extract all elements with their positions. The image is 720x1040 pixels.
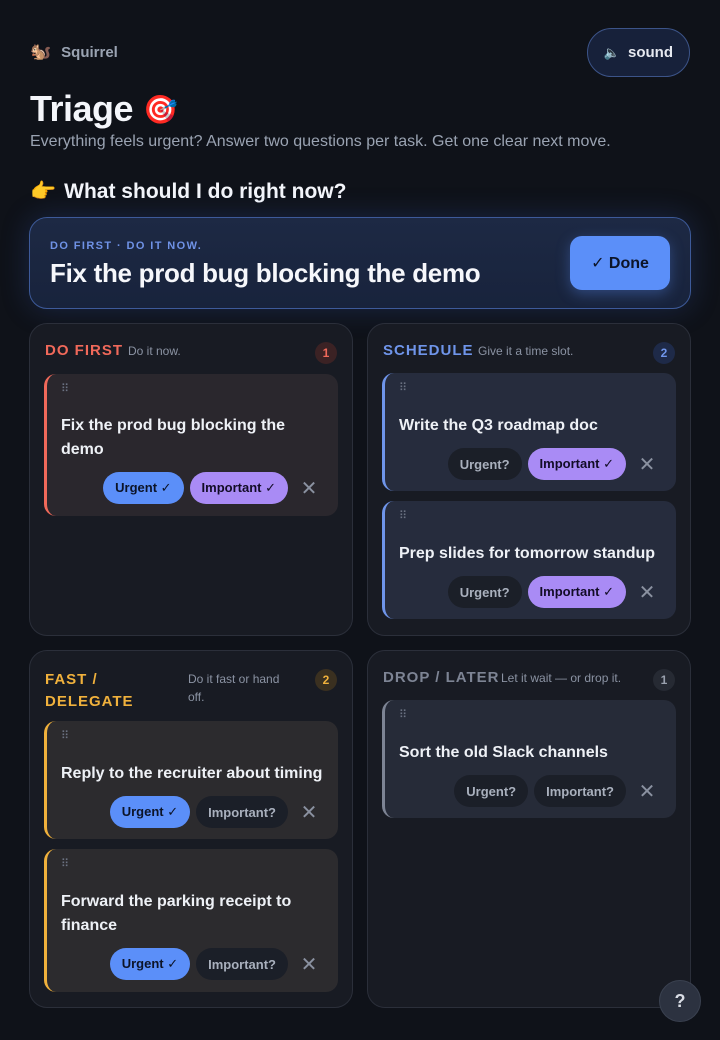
important-toggle[interactable]: Important ✓ xyxy=(527,448,626,480)
page-title-row: Triage 🎯 xyxy=(30,88,178,130)
remove-task-icon[interactable]: ✕ xyxy=(294,948,324,980)
quadrant-delegate: FAST / DELEGATE Do it fast or hand off. … xyxy=(29,650,353,1008)
quadrant-do-first: DO FIRST Do it now. 1 ⠿ Fix the prod bug… xyxy=(29,323,353,636)
task-card[interactable]: ⠿ Write the Q3 roadmap doc Urgent? Impor… xyxy=(382,373,676,491)
quadrant-count-badge: 2 xyxy=(315,669,337,691)
drag-handle-icon[interactable]: ⠿ xyxy=(61,859,69,870)
important-toggle[interactable]: Important ✓ xyxy=(189,472,288,504)
sound-toggle-button[interactable]: 🔈 sound xyxy=(586,28,690,77)
task-text: Sort the old Slack channels xyxy=(399,744,608,761)
top-bar: 🐿️ Squirrel 🔈 sound xyxy=(30,28,690,78)
quadrant-title: FAST / DELEGATE xyxy=(45,669,134,713)
remove-task-icon[interactable]: ✕ xyxy=(632,775,662,807)
task-controls: Urgent? Important ✓ ✕ xyxy=(447,576,662,608)
quadrant-header: DO FIRST Do it now. 1 xyxy=(45,342,337,364)
task-card[interactable]: ⠿ Fix the prod bug blocking the demo Urg… xyxy=(44,374,338,516)
brand: 🐿️ Squirrel xyxy=(30,42,118,62)
target-icon: 🎯 xyxy=(143,93,178,125)
drag-handle-icon[interactable]: ⠿ xyxy=(61,384,69,395)
task-text: Fix the prod bug blocking the demo xyxy=(61,417,285,458)
important-toggle[interactable]: Important? xyxy=(196,796,288,828)
task-controls: Urgent ✓ Important ✓ ✕ xyxy=(103,472,324,504)
urgent-toggle[interactable]: Urgent? xyxy=(447,448,522,480)
brand-name: Squirrel xyxy=(61,43,118,61)
remove-task-icon[interactable]: ✕ xyxy=(294,796,324,828)
task-card[interactable]: ⠿ Sort the old Slack channels Urgent? Im… xyxy=(382,700,676,818)
drag-handle-icon[interactable]: ⠿ xyxy=(399,511,407,522)
quadrant-hint-line-2: off. xyxy=(188,690,205,704)
help-button[interactable]: ? xyxy=(659,980,701,1022)
remove-task-icon[interactable]: ✕ xyxy=(632,448,662,480)
remove-task-icon[interactable]: ✕ xyxy=(294,472,324,504)
sound-label: sound xyxy=(628,44,673,61)
urgent-toggle[interactable]: Urgent ✓ xyxy=(109,796,191,828)
task-text: Forward the parking receipt to finance xyxy=(61,893,292,934)
important-toggle[interactable]: Important ✓ xyxy=(527,576,626,608)
urgent-toggle[interactable]: Urgent ✓ xyxy=(109,948,191,980)
next-move-heading: 👉 What should I do right now? xyxy=(30,180,346,204)
task-card[interactable]: ⠿ Reply to the recruiter about timing Ur… xyxy=(44,721,338,839)
squirrel-icon: 🐿️ xyxy=(30,42,52,61)
remove-task-icon[interactable]: ✕ xyxy=(632,576,662,608)
pointing-hand-icon: 👉 xyxy=(30,180,57,203)
task-text: Write the Q3 roadmap doc xyxy=(399,417,598,434)
next-move-eyebrow: DO FIRST · DO IT NOW. xyxy=(50,240,203,252)
task-controls: Urgent? Important? ✕ xyxy=(454,775,662,807)
done-button[interactable]: ✓ Done xyxy=(570,236,670,290)
next-move-task: Fix the prod bug blocking the demo xyxy=(50,258,481,288)
task-controls: Urgent? Important ✓ ✕ xyxy=(447,448,662,480)
page-title: Triage xyxy=(30,88,134,129)
task-card[interactable]: ⠿ Prep slides for tomorrow standup Urgen… xyxy=(382,501,676,619)
quadrant-title: SCHEDULE xyxy=(383,342,474,359)
urgent-toggle[interactable]: Urgent ✓ xyxy=(103,472,184,504)
task-text: Reply to the recruiter about timing xyxy=(61,765,323,782)
quadrant-title-line-2: DELEGATE xyxy=(45,693,134,710)
important-toggle[interactable]: Important? xyxy=(196,948,288,980)
task-card[interactable]: ⠿ Forward the parking receipt to finance… xyxy=(44,849,338,992)
quadrant-count-badge: 1 xyxy=(653,669,675,691)
quadrant-drop-later: DROP / LATER Let it wait — or drop it. 1… xyxy=(367,650,691,1008)
speaker-icon: 🔈 xyxy=(603,44,620,60)
important-toggle[interactable]: Important? xyxy=(534,775,626,807)
quadrant-header: DROP / LATER Let it wait — or drop it. 1 xyxy=(383,669,675,691)
quadrant-title: DROP / LATER xyxy=(383,669,500,686)
quadrant-count-badge: 1 xyxy=(315,342,337,364)
quadrant-hint: Do it fast or hand off. xyxy=(188,670,279,706)
drag-handle-icon[interactable]: ⠿ xyxy=(399,710,407,721)
task-text: Prep slides for tomorrow standup xyxy=(399,545,656,562)
quadrant-schedule: SCHEDULE Give it a time slot. 2 ⠿ Write … xyxy=(367,323,691,636)
quadrant-header: FAST / DELEGATE Do it fast or hand off. … xyxy=(45,669,337,710)
drag-handle-icon[interactable]: ⠿ xyxy=(399,383,407,394)
task-controls: Urgent ✓ Important? ✕ xyxy=(109,796,324,828)
drag-handle-icon[interactable]: ⠿ xyxy=(61,731,69,742)
quadrant-hint: Do it now. xyxy=(128,344,181,358)
quadrant-header: SCHEDULE Give it a time slot. 2 xyxy=(383,342,675,364)
urgent-toggle[interactable]: Urgent? xyxy=(454,775,529,807)
page-subtitle: Everything feels urgent? Answer two ques… xyxy=(30,133,611,150)
urgent-toggle[interactable]: Urgent? xyxy=(447,576,522,608)
quadrant-title-line-1: FAST / xyxy=(45,671,98,688)
quadrant-hint-line-1: Do it fast or hand xyxy=(188,672,280,686)
quadrant-count-badge: 2 xyxy=(653,342,675,364)
quadrant-hint: Give it a time slot. xyxy=(478,344,574,358)
quadrant-hint: Let it wait — or drop it. xyxy=(501,671,622,685)
next-move-card: DO FIRST · DO IT NOW. Fix the prod bug b… xyxy=(29,217,691,309)
task-controls: Urgent ✓ Important? ✕ xyxy=(109,948,324,980)
quadrant-title: DO FIRST xyxy=(45,342,123,359)
next-move-question: What should I do right now? xyxy=(64,180,347,203)
